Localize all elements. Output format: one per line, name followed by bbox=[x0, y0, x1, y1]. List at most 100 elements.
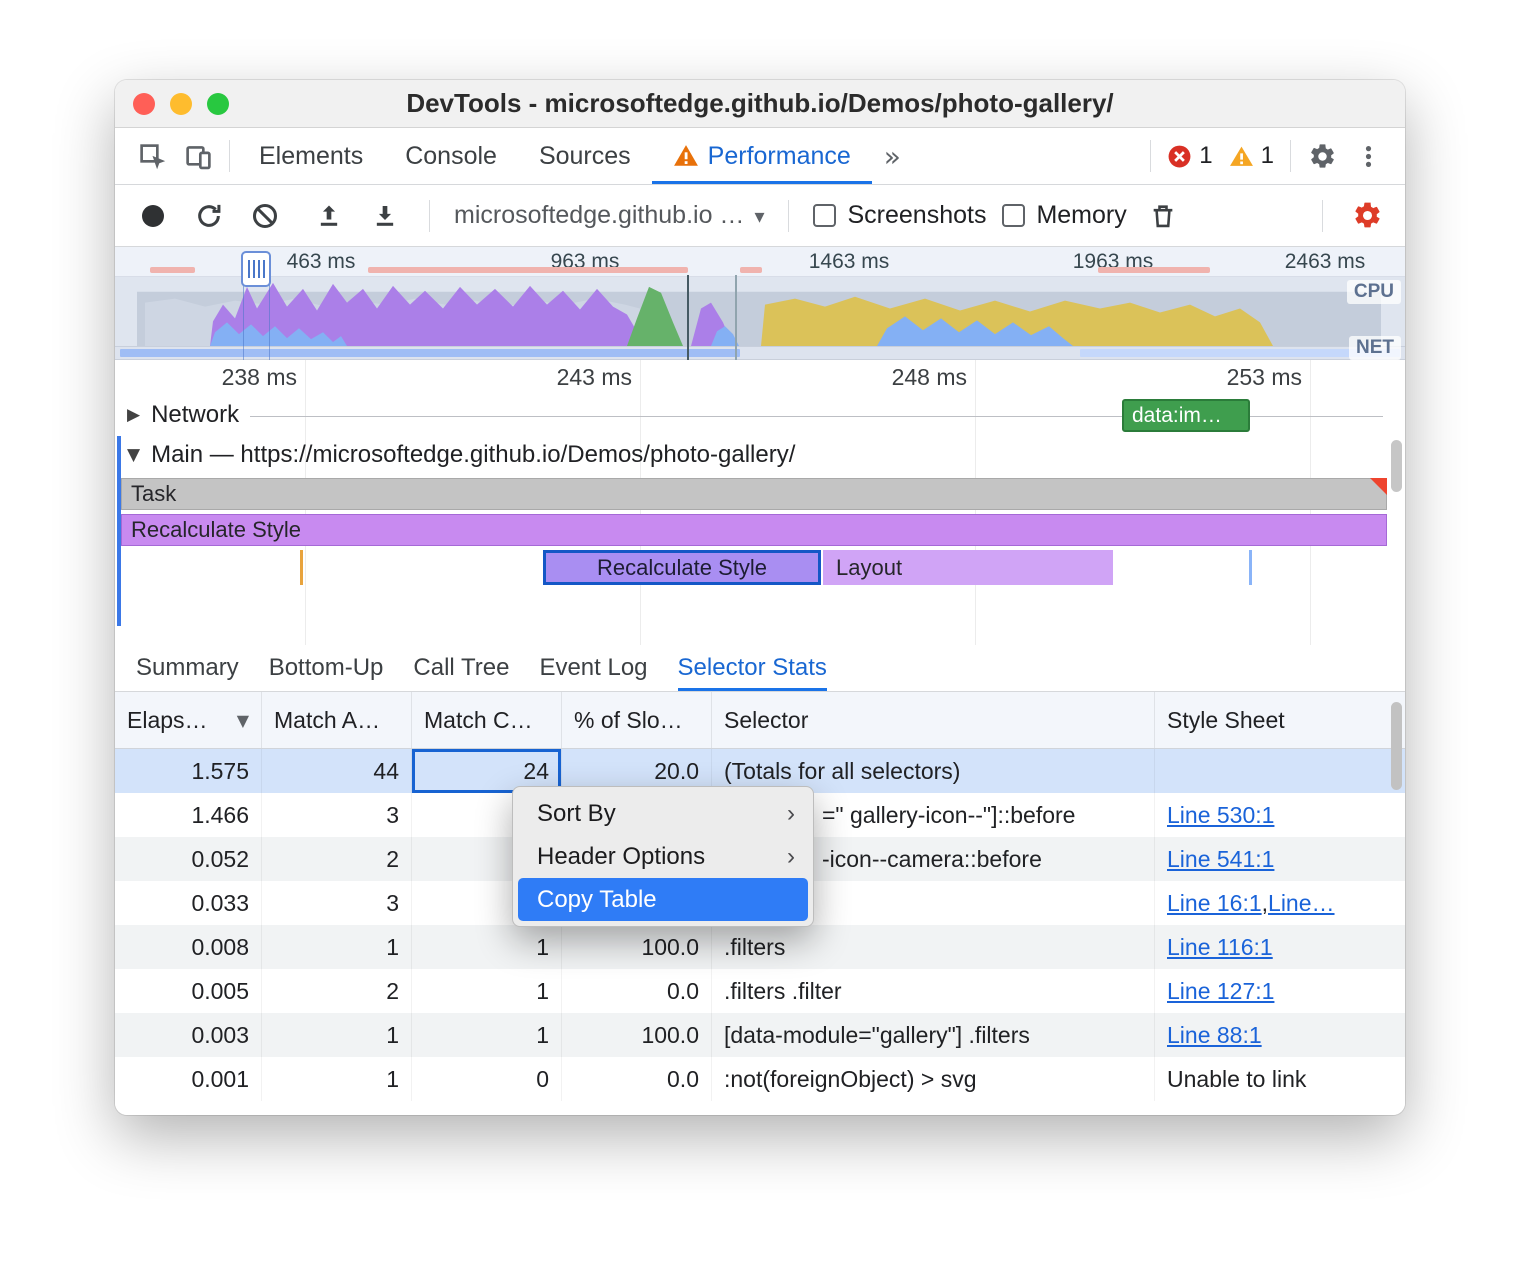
menu-item-copy-table[interactable]: Copy Table bbox=[518, 878, 808, 921]
warning-count: 1 bbox=[1261, 142, 1274, 170]
screenshots-checkbox[interactable] bbox=[813, 204, 836, 227]
header-selector[interactable]: Selector bbox=[712, 692, 1155, 748]
window-titlebar[interactable]: DevTools - microsoftedge.github.io/Demos… bbox=[115, 80, 1405, 128]
cell-match-attempts: 1 bbox=[262, 925, 412, 969]
event-tick[interactable] bbox=[1249, 550, 1252, 585]
tab-label: Elements bbox=[259, 142, 363, 171]
playhead-line[interactable] bbox=[735, 275, 737, 360]
more-tabs-button[interactable]: » bbox=[872, 128, 913, 184]
style-sheet-link[interactable]: Line 88:1 bbox=[1167, 1022, 1262, 1049]
main-track-header[interactable]: ▼ Main — https://microsoftedge.github.io… bbox=[127, 438, 795, 472]
layout-event-label: Layout bbox=[836, 555, 902, 581]
tab-event-log[interactable]: Event Log bbox=[539, 645, 647, 691]
context-menu: Sort By › Header Options › Copy Table bbox=[512, 786, 814, 927]
history-select-value: microsoftedge.github.io … bbox=[454, 201, 744, 230]
collect-garbage-icon bbox=[1149, 202, 1177, 230]
style-sheet-link[interactable]: Line 16:1 bbox=[1167, 890, 1262, 917]
network-request-bar[interactable]: data:im… bbox=[1122, 399, 1250, 432]
toolbar-divider bbox=[1290, 140, 1291, 172]
tab-elements[interactable]: Elements bbox=[238, 128, 384, 184]
tab-performance[interactable]: Performance bbox=[652, 128, 872, 184]
tab-call-tree[interactable]: Call Tree bbox=[413, 645, 509, 691]
timeline-overview[interactable]: 463 ms 963 ms 1463 ms 1963 ms 2463 ms bbox=[115, 247, 1405, 360]
style-sheet-link[interactable]: Line 127:1 bbox=[1167, 978, 1274, 1005]
event-tick[interactable] bbox=[300, 550, 303, 585]
kebab-menu-icon bbox=[1355, 143, 1382, 170]
header-elapsed[interactable]: Elaps… ▼ bbox=[115, 692, 262, 748]
cell-match-attempts: 1 bbox=[262, 1057, 412, 1101]
reload-and-record-button[interactable] bbox=[189, 196, 229, 236]
cell-style-sheet: Line 88:1 bbox=[1155, 1013, 1405, 1057]
customize-devtools-button[interactable] bbox=[1345, 133, 1391, 179]
record-button[interactable] bbox=[133, 196, 173, 236]
cell-slow-pct: 100.0 bbox=[562, 1013, 712, 1057]
error-badge[interactable]: 1 bbox=[1167, 142, 1212, 170]
overview-time-label: 1463 ms bbox=[774, 247, 924, 277]
style-sheet-link[interactable]: Line 116:1 bbox=[1167, 934, 1273, 961]
style-sheet-link[interactable]: Line 541:1 bbox=[1167, 846, 1274, 873]
capture-settings-button[interactable] bbox=[1347, 196, 1387, 236]
table-row[interactable]: 0.003 1 1 100.0 [data-module="gallery"] … bbox=[115, 1013, 1405, 1057]
device-toolbar-button[interactable] bbox=[175, 133, 221, 179]
selected-recalculate-style-event[interactable]: Recalculate Style bbox=[543, 550, 821, 585]
tabbar-right-controls: 1 1 bbox=[1142, 128, 1405, 184]
settings-button[interactable] bbox=[1299, 133, 1345, 179]
style-sheet-link[interactable]: Line 530:1 bbox=[1167, 802, 1274, 829]
timeline-scrollbar-thumb[interactable] bbox=[1391, 440, 1402, 492]
table-row[interactable]: 0.008 1 1 100.0 .filters Line 116:1 bbox=[115, 925, 1405, 969]
tab-label: Bottom-Up bbox=[269, 654, 384, 682]
warning-badge[interactable]: 1 bbox=[1229, 142, 1274, 170]
toolbar-divider bbox=[229, 140, 230, 172]
menu-item-header-options[interactable]: Header Options › bbox=[518, 835, 808, 878]
recalculate-style-bar[interactable]: Recalculate Style bbox=[121, 514, 1387, 546]
sort-descending-icon: ▼ bbox=[229, 711, 249, 730]
clear-recording-button[interactable] bbox=[245, 196, 285, 236]
cpu-chip-label: CPU bbox=[1347, 280, 1401, 304]
performance-toolbar: microsoftedge.github.io … ▾ Screenshots … bbox=[115, 185, 1405, 247]
playhead-line[interactable] bbox=[687, 275, 689, 360]
toolbar-divider bbox=[429, 200, 430, 232]
table-row[interactable]: 0.005 2 1 0.0 .filters .filter Line 127:… bbox=[115, 969, 1405, 1013]
cell-elapsed: 0.033 bbox=[115, 881, 262, 925]
cell-style-sheet: Line 530:1 bbox=[1155, 793, 1405, 837]
style-sheet-text: Unable to link bbox=[1167, 1066, 1306, 1093]
tab-bottom-up[interactable]: Bottom-Up bbox=[269, 645, 384, 691]
table-row[interactable]: 0.001 1 0 0.0 :not(foreignObject) > svg … bbox=[115, 1057, 1405, 1101]
collect-garbage-button[interactable] bbox=[1143, 196, 1183, 236]
memory-toggle[interactable]: Memory bbox=[1002, 201, 1126, 230]
menu-item-sort-by[interactable]: Sort By › bbox=[518, 792, 808, 835]
inspect-element-button[interactable] bbox=[129, 133, 175, 179]
toolbar-divider bbox=[1150, 140, 1151, 172]
cpu-activity-chart[interactable] bbox=[115, 277, 1405, 346]
table-scrollbar-thumb[interactable] bbox=[1391, 702, 1402, 790]
cell-match-attempts: 44 bbox=[262, 749, 412, 793]
header-slow-pct[interactable]: % of Slo… bbox=[562, 692, 712, 748]
header-label: Elaps… bbox=[127, 707, 208, 734]
task-event-bar[interactable]: Task bbox=[121, 478, 1387, 510]
chevron-down-icon: ▾ bbox=[754, 204, 764, 228]
header-match-attempts[interactable]: Match A… bbox=[262, 692, 412, 748]
memory-checkbox[interactable] bbox=[1002, 204, 1025, 227]
cell-elapsed: 0.001 bbox=[115, 1057, 262, 1101]
header-match-count[interactable]: Match C… bbox=[412, 692, 562, 748]
layout-event[interactable]: Layout bbox=[823, 550, 1113, 585]
save-profile-button[interactable] bbox=[365, 196, 405, 236]
history-select[interactable]: microsoftedge.github.io … ▾ bbox=[454, 201, 764, 230]
selected-event-label: Recalculate Style bbox=[597, 555, 767, 581]
window-title: DevTools - microsoftedge.github.io/Demos… bbox=[115, 80, 1405, 127]
screenshots-toggle[interactable]: Screenshots bbox=[813, 201, 986, 230]
tab-selector-stats[interactable]: Selector Stats bbox=[678, 645, 827, 691]
tab-console[interactable]: Console bbox=[384, 128, 518, 184]
selection-guide-line bbox=[269, 277, 270, 360]
timeline-detail[interactable]: 238 ms 243 ms 248 ms 253 ms ▶ Network da… bbox=[115, 360, 1405, 645]
tab-sources[interactable]: Sources bbox=[518, 128, 652, 184]
style-sheet-link[interactable]: Line… bbox=[1268, 890, 1334, 917]
selection-handle[interactable] bbox=[241, 251, 271, 287]
screenshots-label: Screenshots bbox=[847, 201, 986, 230]
load-profile-button[interactable] bbox=[309, 196, 349, 236]
tab-label: Event Log bbox=[539, 654, 647, 682]
tab-summary[interactable]: Summary bbox=[136, 645, 239, 691]
overview-ruler: 463 ms 963 ms 1463 ms 1963 ms 2463 ms bbox=[115, 247, 1405, 277]
chevron-down-icon: ▼ bbox=[127, 445, 140, 465]
header-style-sheet[interactable]: Style Sheet bbox=[1155, 692, 1405, 748]
